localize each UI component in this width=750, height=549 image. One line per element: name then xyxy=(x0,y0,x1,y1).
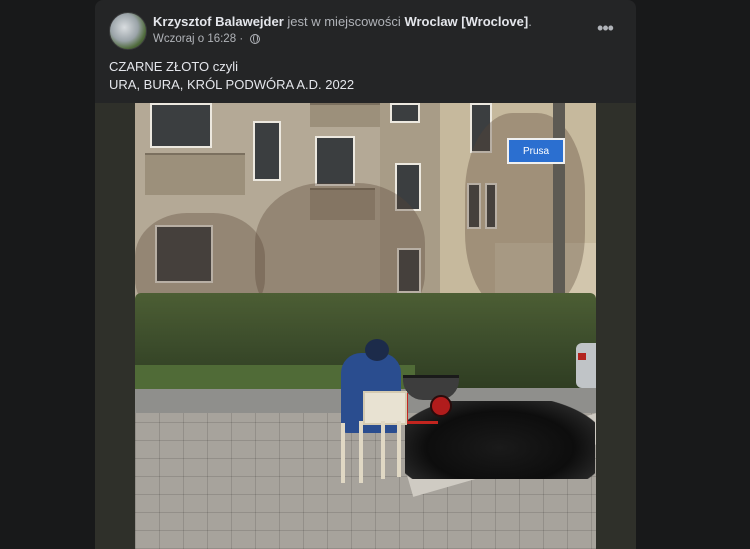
photo-wheelbarrow-wheel xyxy=(430,395,452,417)
photo-chair-leg xyxy=(341,423,345,483)
location-prefix: jest w miejscowości xyxy=(287,14,401,29)
post-card: Krzysztof Balawejder jest w miejscowości… xyxy=(95,0,636,549)
post-photo[interactable]: Prusa xyxy=(135,103,596,549)
post-text: CZARNE ZŁOTO czyli URA, BURA, KRÓL PODWÓ… xyxy=(109,58,354,94)
location-suffix: . xyxy=(528,14,532,29)
post-header: Krzysztof Balawejder jest w miejscowości… xyxy=(95,0,636,56)
photo-wheelbarrow-tray xyxy=(403,375,459,400)
photo-person-head xyxy=(365,339,389,361)
post-text-line-2: URA, BURA, KRÓL PODWÓRA A.D. 2022 xyxy=(109,77,355,92)
globe-icon[interactable] xyxy=(250,34,261,44)
photo-car xyxy=(576,343,596,388)
author-name-link[interactable]: Krzysztof Balawejder xyxy=(153,14,284,29)
post-text-line-1: CZARNE ZŁOTO czyli xyxy=(109,59,239,74)
timestamp-separator: · xyxy=(239,33,244,45)
photo-chair-leg xyxy=(397,421,401,477)
photo-chair-leg xyxy=(359,421,363,483)
post-meta: Wczoraj o 16:28 · xyxy=(153,33,261,45)
photo-street-sign: Prusa xyxy=(507,138,565,164)
profile-avatar[interactable] xyxy=(109,12,147,50)
photo-chair-leg xyxy=(381,421,385,479)
photo-car-light xyxy=(578,353,586,360)
photo-window xyxy=(315,136,355,186)
photo-window xyxy=(390,103,420,123)
photo-balcony xyxy=(310,103,380,127)
more-options-icon[interactable]: ••• xyxy=(589,14,621,42)
photo-frame[interactable]: Prusa xyxy=(95,103,636,549)
photo-balcony xyxy=(145,153,245,195)
author-line: Krzysztof Balawejder jest w miejscowości… xyxy=(153,14,583,29)
photo-window xyxy=(150,103,212,148)
photo-chair xyxy=(363,391,407,425)
location-link[interactable]: Wroclaw [Wroclove] xyxy=(404,14,528,29)
photo-window xyxy=(253,121,281,181)
post-timestamp-link[interactable]: Wczoraj o 16:28 xyxy=(153,33,236,45)
